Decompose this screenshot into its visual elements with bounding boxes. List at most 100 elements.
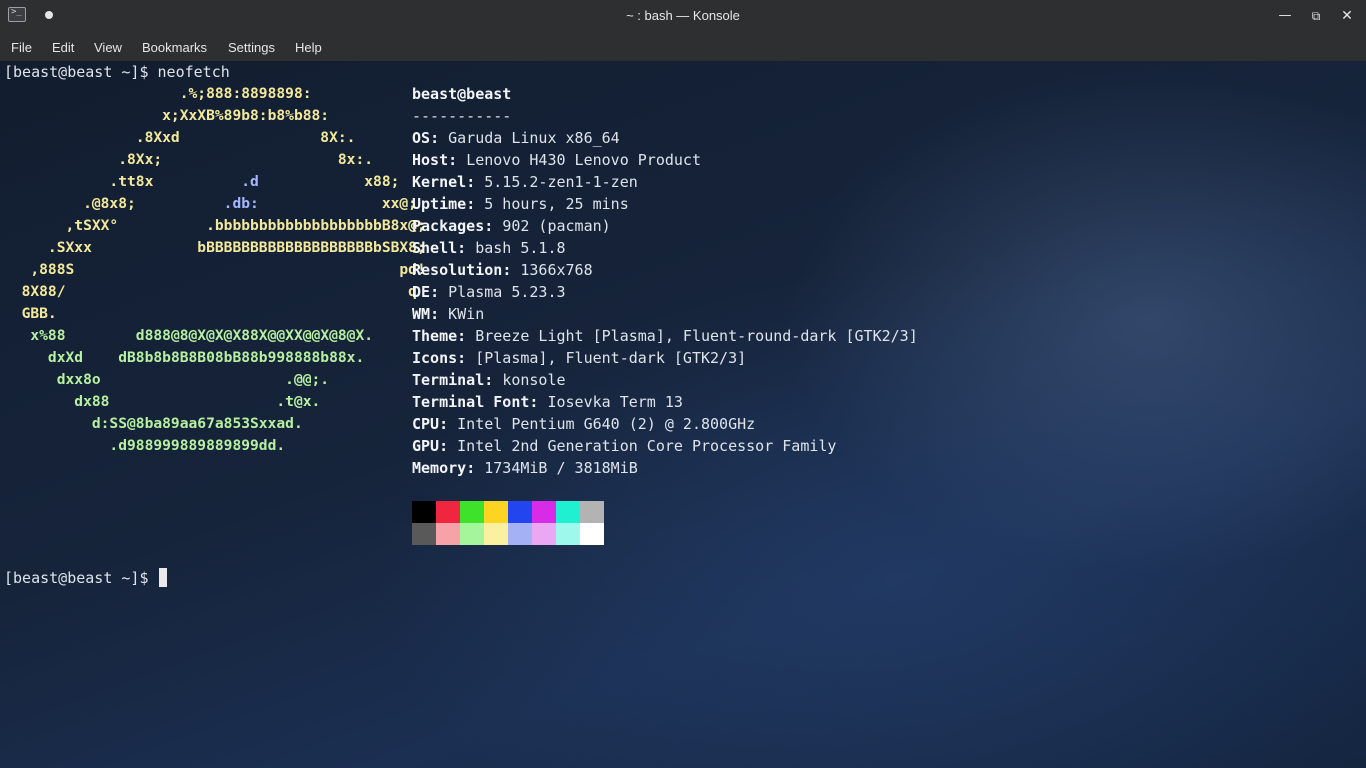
menu-bookmarks[interactable]: Bookmarks [142, 40, 207, 55]
info-row: CPU: Intel Pentium G640 (2) @ 2.800GHz [412, 415, 756, 433]
info-value: Intel 2nd Generation Core Processor Fami… [457, 437, 837, 455]
garuda-ascii-logo: .%;888:8898898: x;XxXB%89b8:b8%b88: .8Xx… [4, 83, 426, 457]
info-value: Garuda Linux x86_64 [448, 129, 620, 147]
logo-line: .d988999889889899dd. [4, 435, 426, 457]
info-value: Breeze Light [Plasma], Fluent-round-dark… [475, 327, 918, 345]
info-row: Shell: bash 5.1.8 [412, 239, 566, 257]
info-key: Icons [412, 349, 458, 367]
color-swatch [532, 523, 556, 545]
window-title: ~ : bash — Konsole [626, 8, 740, 23]
info-row: Uptime: 5 hours, 25 mins [412, 195, 629, 213]
logo-segment: .d988999889889899dd. [4, 437, 286, 454]
logo-segment: GBB. [4, 305, 57, 322]
logo-segment: dxXd [4, 349, 84, 366]
terminal-view[interactable]: [beast@beast ~]$ neofetch .%;888:8898898… [0, 61, 1366, 768]
info-value: Intel Pentium G640 (2) @ 2.800GHz [457, 415, 756, 433]
info-value: konsole [502, 371, 566, 389]
logo-segment: .8Xxd 8X:. [4, 129, 356, 146]
info-key: Theme [412, 327, 458, 345]
info-key: CPU [412, 415, 440, 433]
color-swatch [556, 523, 580, 545]
color-swatch [484, 501, 508, 523]
logo-line: dxx8o .@@;. [4, 369, 426, 391]
logo-line: 8X88/ q [4, 281, 426, 303]
logo-line: x%88 d888@8@X@X@X88X@@XX@@X@8@X. [4, 325, 426, 347]
logo-segment: d:SS@8ba89aa67a853Sxxad. [4, 415, 303, 432]
prompt-text: [beast@beast ~]$ [4, 569, 158, 587]
info-row: Kernel: 5.15.2-zen1-1-zen [412, 173, 638, 191]
command-line: [beast@beast ~]$ neofetch [4, 63, 230, 81]
logo-segment: ,tSXX° [4, 217, 119, 234]
info-key: WM [412, 305, 431, 323]
title-bar[interactable]: >_ ~ : bash — Konsole — ⧉ ✕ [0, 0, 1366, 32]
shell-prompt[interactable]: [beast@beast ~]$ [4, 567, 167, 589]
logo-segment: .tt8x [4, 173, 154, 190]
logo-line: .SXxx bBBBBBBBBBBBBBBBBBBBbSBX8; [4, 237, 426, 259]
info-key: Packages [412, 217, 485, 235]
close-button[interactable]: ✕ [1337, 6, 1357, 26]
color-swatch [484, 523, 508, 545]
logo-segment: x;XxXB%89b8:b8%b88: [4, 107, 330, 124]
info-row: Terminal Font: Iosevka Term 13 [412, 393, 683, 411]
info-key: Resolution [412, 261, 503, 279]
palette-bright-row [412, 523, 604, 545]
color-swatch [580, 523, 604, 545]
info-row: Terminal: konsole [412, 371, 566, 389]
logo-line: dx88 .t@x. [4, 391, 426, 413]
logo-segment: 8X88/ [4, 283, 66, 300]
info-key: Terminal Font [412, 393, 530, 411]
info-key: Shell [412, 239, 458, 257]
color-swatch [556, 501, 580, 523]
color-swatch [412, 501, 436, 523]
minimize-button[interactable]: — [1275, 6, 1295, 26]
logo-segment: .SXxx [4, 239, 92, 256]
info-row: Memory: 1734MiB / 3818MiB [412, 459, 638, 477]
info-key: GPU [412, 437, 440, 455]
info-key: DE [412, 283, 431, 301]
menu-view[interactable]: View [94, 40, 122, 55]
logo-segment: .%;888:8898898: [4, 85, 312, 102]
logo-segment: ,888S [4, 261, 75, 278]
logo-line: GBB. [4, 303, 426, 325]
info-value: 5 hours, 25 mins [484, 195, 629, 213]
info-key: Host [412, 151, 449, 169]
logo-segment: x88; [258, 173, 400, 190]
info-key: Uptime [412, 195, 467, 213]
logo-line: .tt8x .d x88; [4, 171, 426, 193]
logo-segment: .bbbbbbbbbbbbbbbbbbbB8x@; [118, 217, 426, 234]
logo-segment: xx@; [258, 195, 417, 212]
color-swatch [532, 501, 556, 523]
color-swatch [580, 501, 604, 523]
logo-line: d:SS@8ba89aa67a853Sxxad. [4, 413, 426, 435]
info-value: KWin [448, 305, 485, 323]
info-row: DE: Plasma 5.23.3 [412, 283, 566, 301]
color-swatch [460, 523, 484, 545]
menu-bar: File Edit View Bookmarks Settings Help [0, 32, 1366, 62]
logo-segment: x%88 [4, 327, 66, 344]
menu-help[interactable]: Help [295, 40, 322, 55]
info-row: Resolution: 1366x768 [412, 261, 593, 279]
color-swatch [412, 523, 436, 545]
logo-line: ,tSXX° .bbbbbbbbbbbbbbbbbbbB8x@; [4, 215, 426, 237]
info-row: OS: Garuda Linux x86_64 [412, 129, 620, 147]
logo-segment: .@8x8; [4, 195, 136, 212]
maximize-button[interactable]: ⧉ [1306, 6, 1326, 26]
logo-segment: .8Xx; 8x:. [4, 151, 374, 168]
logo-segment: dx88 [4, 393, 110, 410]
info-row: Host: Lenovo H430 Lenovo Product [412, 151, 701, 169]
menu-file[interactable]: File [11, 40, 32, 55]
logo-segment: q [65, 283, 417, 300]
logo-segment: d888@8@X@X@X88X@@XX@@X@8@X. [65, 327, 374, 344]
color-swatch [508, 501, 532, 523]
menu-settings[interactable]: Settings [228, 40, 275, 55]
info-value: 902 (pacman) [502, 217, 611, 235]
info-value: 1366x768 [520, 261, 593, 279]
logo-segment: .db: [135, 195, 259, 212]
info-value: [Plasma], Fluent-dark [GTK2/3] [475, 349, 747, 367]
logo-segment: bBBBBBBBBBBBBBBBBBBBbSBX8; [91, 239, 426, 256]
info-value: 1734MiB / 3818MiB [484, 459, 638, 477]
logo-segment: .d [153, 173, 259, 190]
menu-edit[interactable]: Edit [52, 40, 74, 55]
info-value: Plasma 5.23.3 [448, 283, 566, 301]
info-row: Icons: [Plasma], Fluent-dark [GTK2/3] [412, 349, 747, 367]
